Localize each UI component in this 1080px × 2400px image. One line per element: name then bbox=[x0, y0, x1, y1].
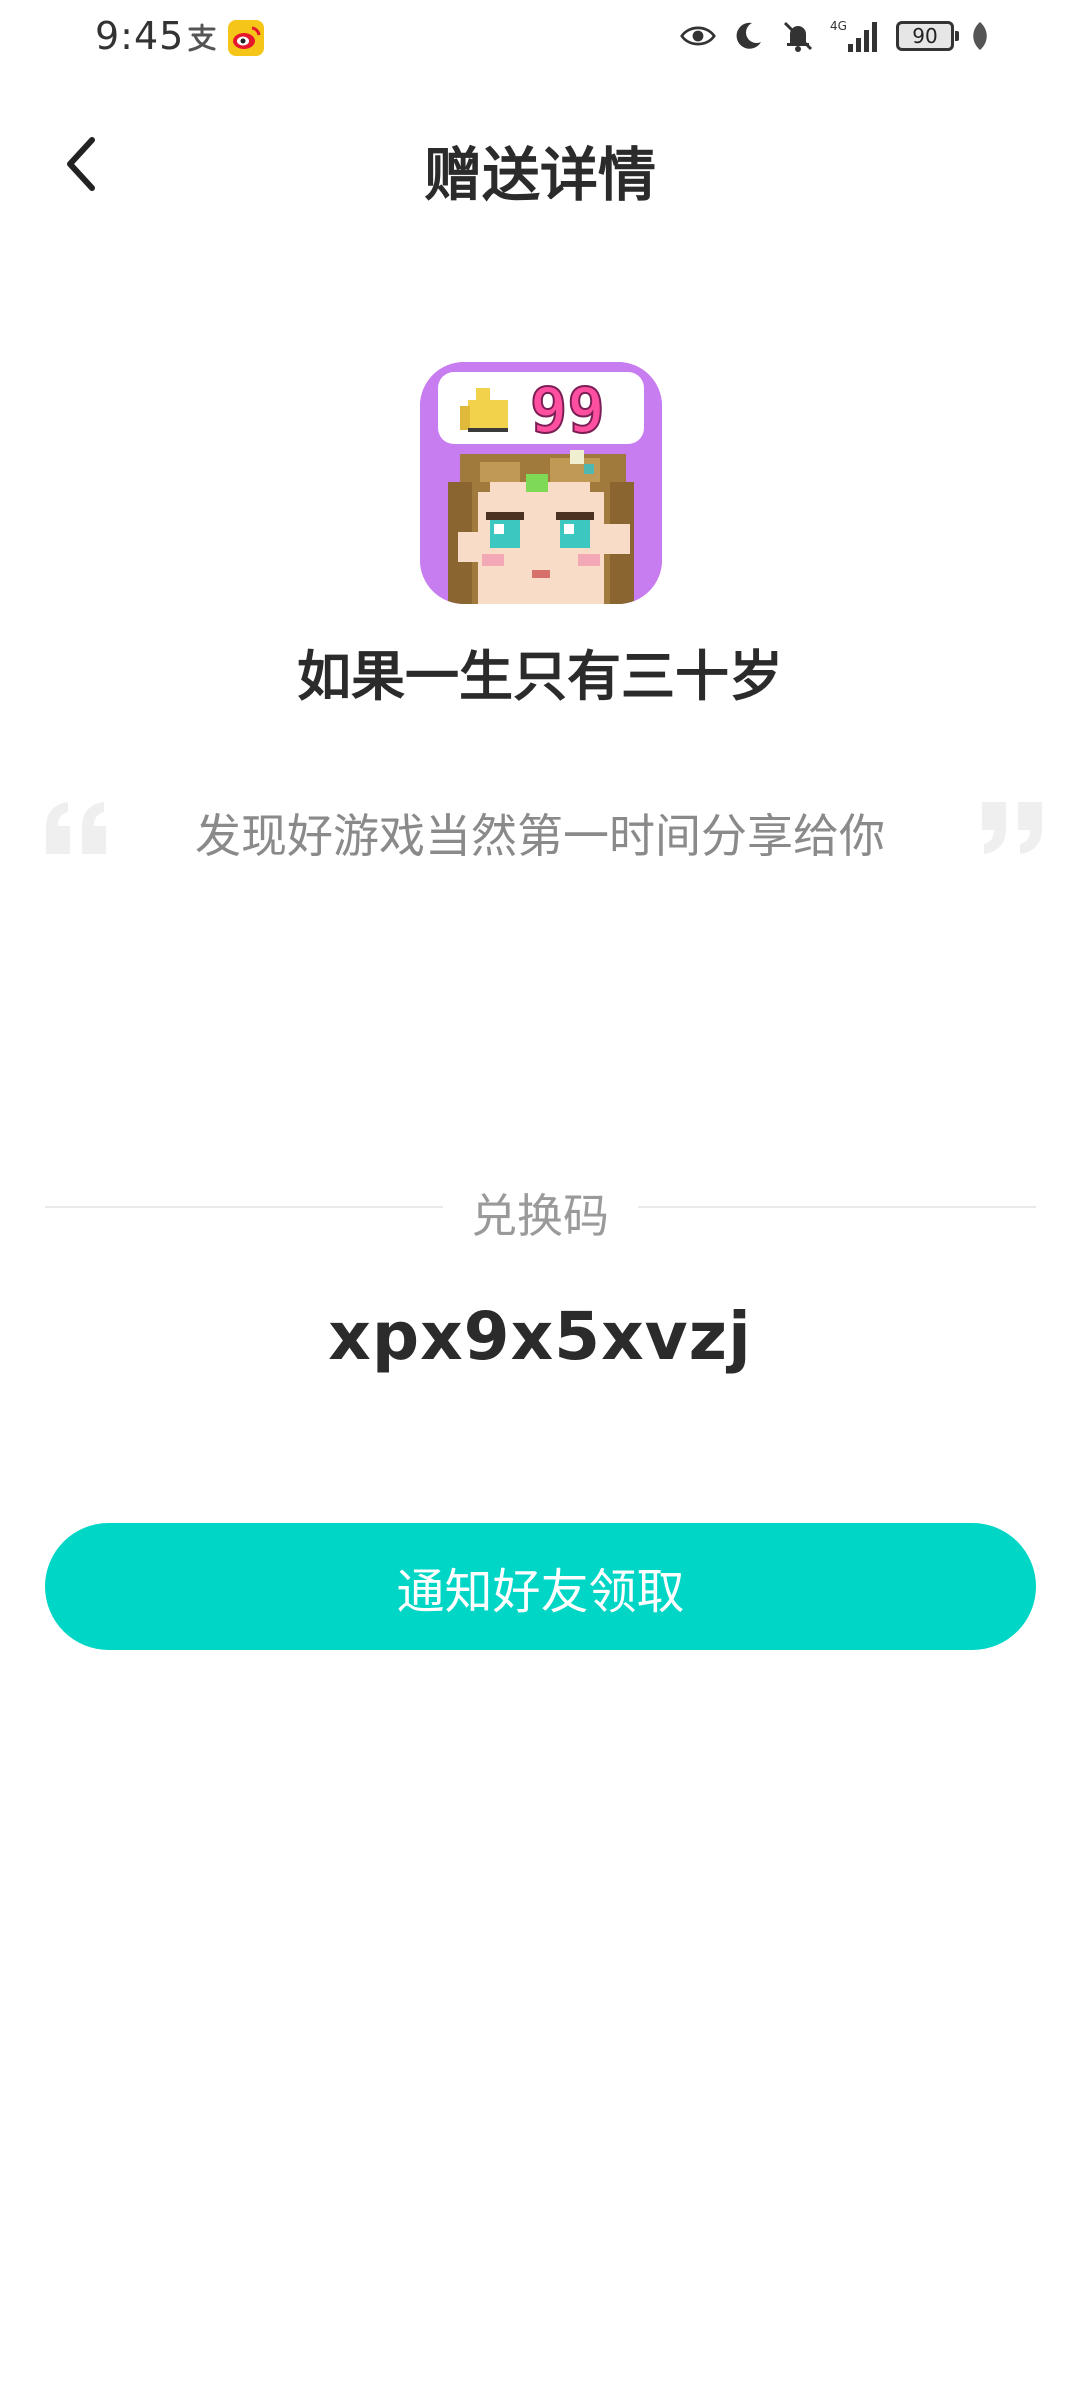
alipay-icon bbox=[184, 20, 220, 56]
share-message: 发现好游戏当然第一时间分享给你 bbox=[195, 809, 885, 863]
moon-icon bbox=[730, 18, 766, 54]
game-name: 如果一生只有三十岁 bbox=[297, 645, 783, 708]
signal-icon: 4G bbox=[830, 18, 882, 54]
page-title: 赠送详情 bbox=[423, 141, 656, 209]
svg-text:4G: 4G bbox=[830, 19, 847, 33]
weibo-icon bbox=[228, 20, 264, 56]
quote-close-icon bbox=[976, 798, 1046, 858]
status-left-icons bbox=[184, 20, 264, 56]
battery-indicator: 90 bbox=[896, 21, 959, 51]
svg-text:99: 99 bbox=[530, 374, 605, 447]
notify-friend-button[interactable]: 通知好友领取 bbox=[45, 1523, 1036, 1650]
mute-bell-icon bbox=[780, 18, 816, 54]
status-right-icons: 4G 90 bbox=[680, 18, 992, 54]
redeem-code-label: 兑换码 bbox=[471, 1189, 609, 1243]
gift-details-screen: 9:45 4G 90 赠送详情 99 如果一生只有三十岁 发现好游戏当然第一时间… bbox=[0, 0, 1080, 2400]
leaf-icon bbox=[968, 18, 992, 54]
eye-icon bbox=[680, 18, 716, 54]
status-time: 9:45 bbox=[95, 14, 185, 58]
divider-right bbox=[638, 1206, 1036, 1208]
header: 赠送详情 bbox=[0, 110, 1080, 220]
status-bar: 9:45 4G 90 bbox=[0, 0, 1080, 80]
redeem-code-value[interactable]: xpx9x5xvzj bbox=[0, 1298, 1080, 1375]
game-app-icon: 99 bbox=[420, 362, 662, 604]
